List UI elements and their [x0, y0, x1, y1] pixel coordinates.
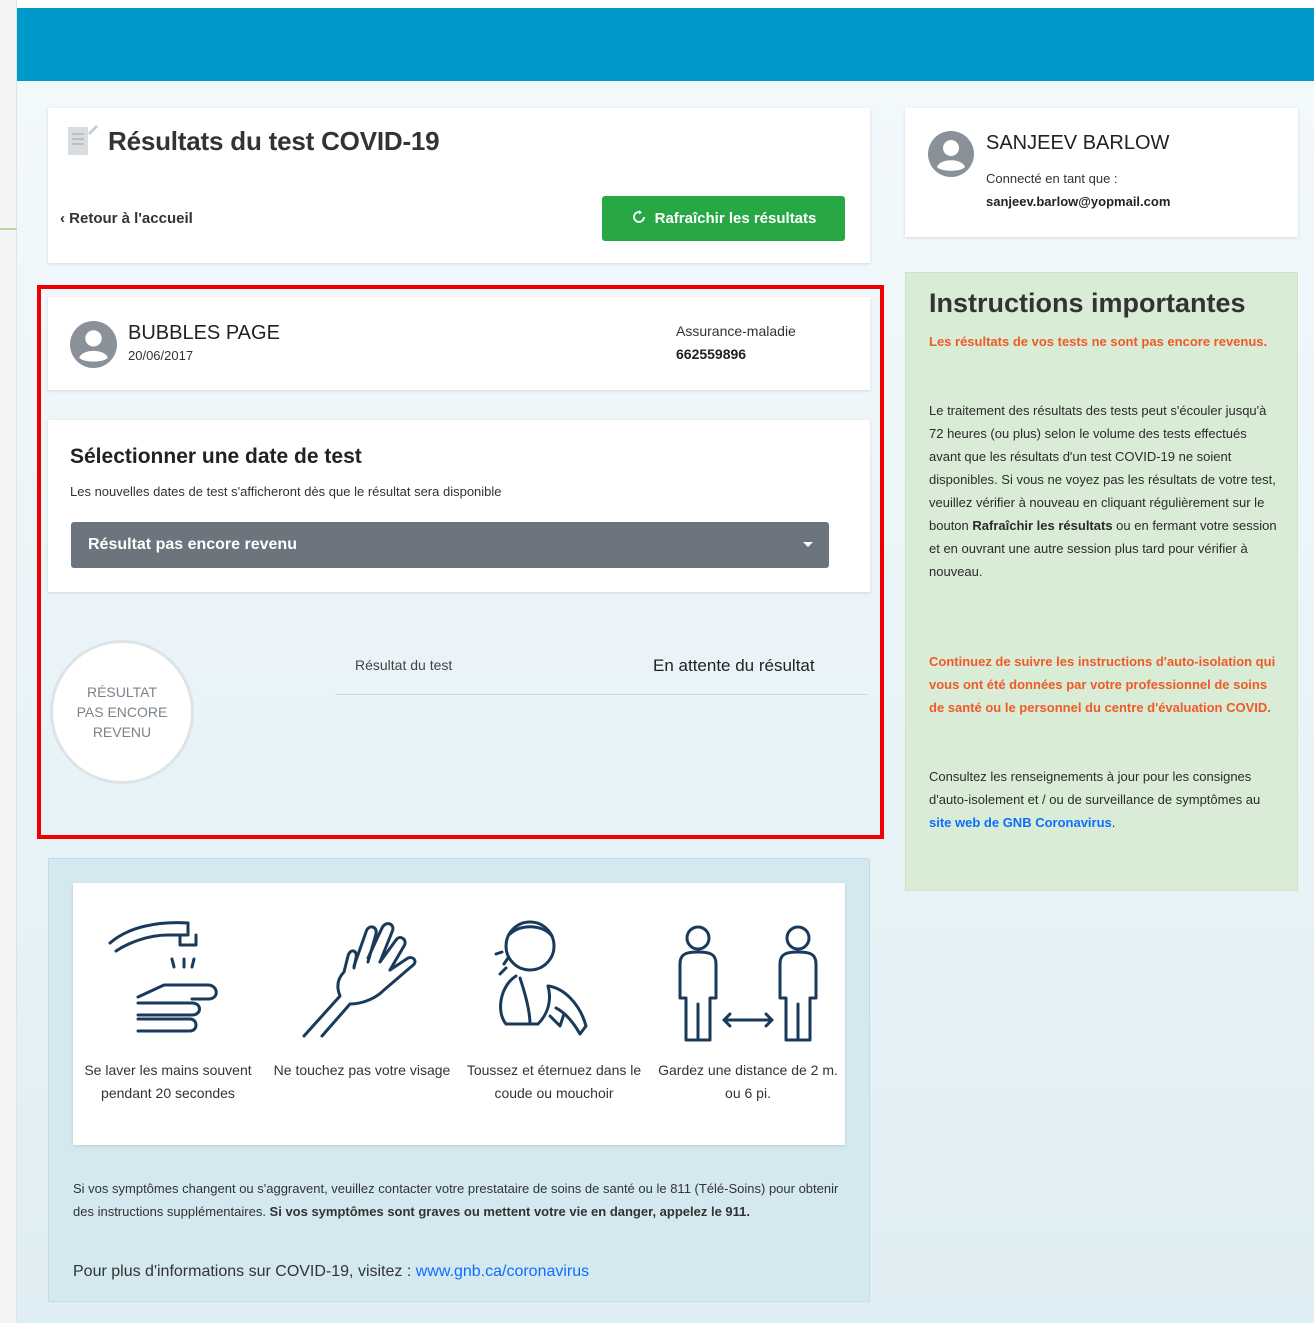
test-date-select[interactable]: Résultat pas encore revenu: [71, 522, 829, 568]
page-title: Résultats du test COVID-19: [108, 126, 440, 156]
left-edge-strip: [0, 0, 48, 1323]
patient-avatar-icon: [70, 321, 117, 368]
processing-info-text: Le traitement des résultats des tests pe…: [929, 403, 1277, 579]
back-to-home-link[interactable]: ‹ Retour à l'accueil: [60, 210, 193, 227]
emergency-advice: Si vos symptômes sont graves ou mettent …: [269, 1204, 751, 1219]
result-status-circle: RÉSULTAT PAS ENCORE REVENU: [50, 640, 194, 784]
test-result-label: Résultat du test: [355, 657, 453, 673]
hand-washing-icon: [108, 915, 228, 1045]
insurance-number: 662559896: [676, 346, 747, 362]
tip-label: Se laver les mains souvent pendant 20 se…: [84, 1062, 252, 1101]
patient-dob: 20/06/2017: [128, 348, 194, 363]
consult-info-text: Consultez les renseignements à jour pour…: [929, 769, 1261, 830]
result-circle-line: RÉSULTAT: [86, 684, 157, 700]
back-link-label: Retour à l'accueil: [69, 210, 193, 227]
results-pending-warning: Les résultats de vos tests ne sont pas e…: [929, 334, 1268, 349]
more-info-text: Pour plus d'informations sur COVID-19, v…: [73, 1263, 590, 1280]
result-divider: [335, 694, 868, 695]
refresh-emphasis: Rafraîchir les résultats: [972, 518, 1113, 533]
caret-down-icon: [803, 542, 813, 547]
isolation-instructions-text: Continuez de suivre les instructions d'a…: [929, 654, 1276, 715]
tip-label: Gardez une distance de 2 m. ou 6 pi.: [658, 1062, 838, 1101]
test-date-title: Sélectionner une date de test: [70, 445, 362, 468]
distance-icon: [674, 924, 824, 1049]
test-date-description: Les nouvelles dates de test s'afficheron…: [70, 484, 502, 499]
connected-as-label: Connecté en tant que :: [986, 171, 1118, 186]
refresh-button-label: Rafraîchir les résultats: [654, 210, 817, 227]
insurance-label: Assurance-maladie: [676, 323, 796, 339]
refresh-results-button[interactable]: Rafraîchir les résultats: [602, 196, 845, 241]
user-name: SANJEEV BARLOW: [986, 132, 1170, 154]
user-email: sanjeev.barlow@yopmail.com: [986, 194, 1171, 209]
gnb-coronavirus-link[interactable]: site web de GNB Coronavirus: [929, 815, 1112, 830]
tip-label: Ne touchez pas votre visage: [273, 1062, 451, 1078]
symptoms-advice-text: Si vos symptômes changent ou s'aggravent…: [73, 1181, 839, 1219]
cough-elbow-icon: [490, 916, 600, 1046]
tip-label: Toussez et éternuez dans le coude ou mou…: [466, 1062, 642, 1101]
no-face-touch-icon: [300, 918, 425, 1043]
document-icon: [66, 125, 98, 159]
refresh-icon: [631, 209, 647, 229]
patient-name: BUBBLES PAGE: [128, 322, 280, 344]
top-navigation-bar: [17, 8, 1314, 81]
result-circle-line: PAS ENCORE: [76, 704, 168, 720]
instructions-title: Instructions importantes: [929, 288, 1246, 318]
test-result-status: En attente du résultat: [653, 656, 815, 675]
test-date-selected-value: Résultat pas encore revenu: [88, 536, 297, 553]
result-circle-line: REVENU: [92, 724, 152, 740]
gnb-coronavirus-url-link[interactable]: www.gnb.ca/coronavirus: [416, 1263, 589, 1280]
user-avatar-icon: [928, 131, 974, 177]
chevron-left-icon: ‹: [60, 210, 65, 227]
